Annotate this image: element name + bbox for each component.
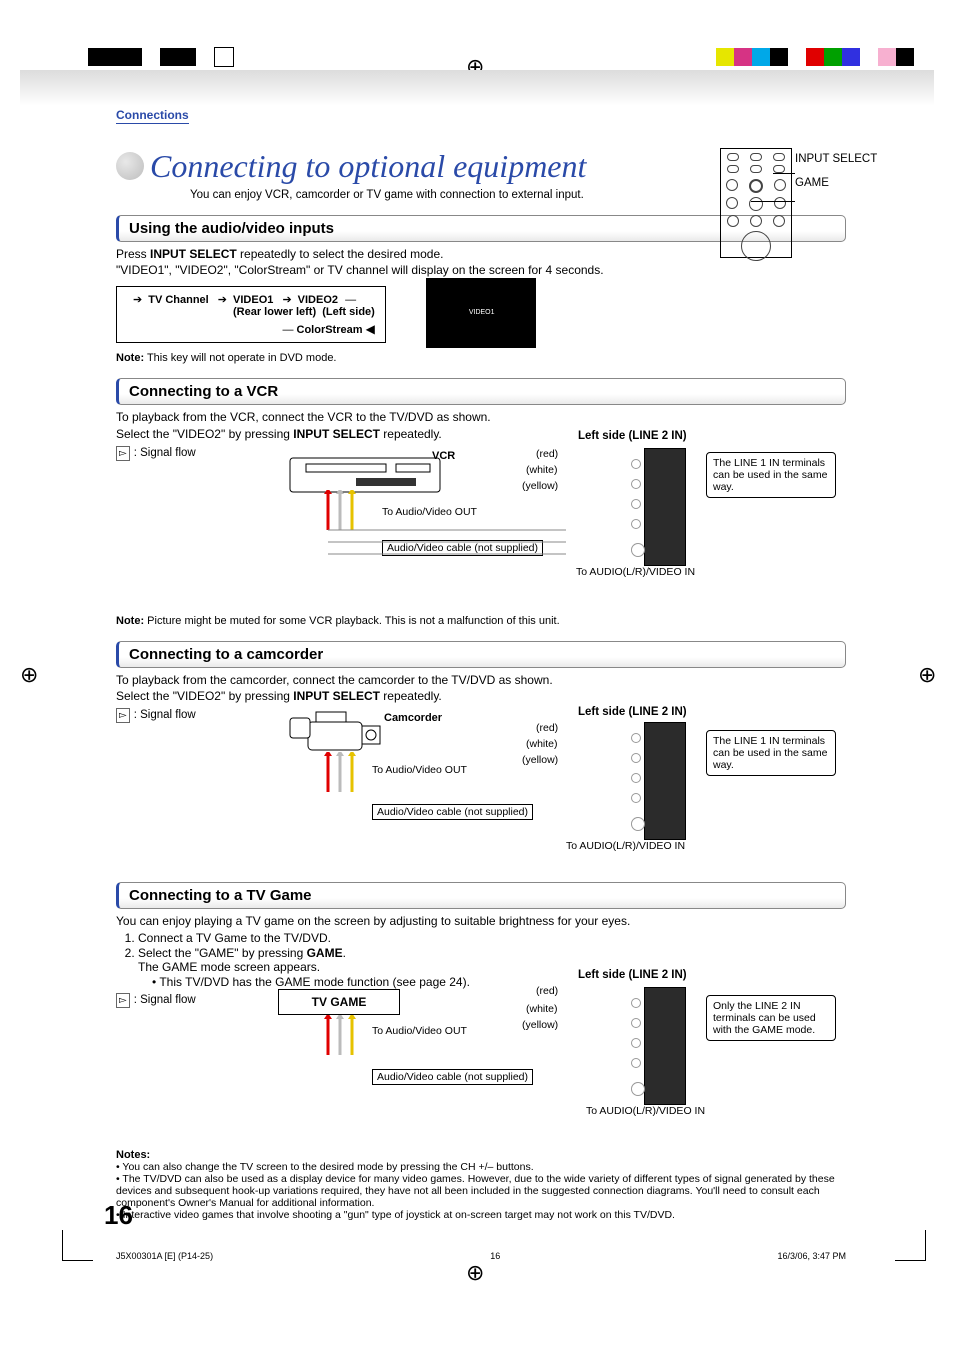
title-bullet-icon — [116, 152, 144, 180]
section-heading-game: Connecting to a TV Game — [116, 882, 846, 909]
page: ⊕ ⊕ ⊕ ⊕ Connections Connecting to option… — [0, 0, 954, 1351]
cable-arrows-icon — [316, 490, 576, 560]
cam-hint: The LINE 1 IN terminals can be used in t… — [706, 730, 836, 776]
cam-device-label: Camcorder — [384, 712, 442, 724]
page-title: Connecting to optional equipment — [150, 148, 586, 185]
arrow-icon: ▻ — [116, 708, 130, 723]
cam-body: To playback from the camcorder, connect … — [116, 672, 846, 704]
section-heading-vcr: Connecting to a VCR — [116, 378, 846, 405]
color-white: (white) — [526, 738, 558, 750]
footer-date: 16/3/06, 3:47 PM — [777, 1251, 846, 1261]
color-red: (red) — [536, 448, 558, 460]
color-red: (red) — [536, 722, 558, 734]
tv-side-panel-icon — [644, 722, 686, 840]
registration-mark-icon: ⊕ — [918, 664, 936, 686]
section-heading-camcorder: Connecting to a camcorder — [116, 641, 846, 668]
av-note: Note: This key will not operate in DVD m… — [116, 352, 846, 364]
content: Connections Connecting to optional equip… — [116, 106, 846, 1221]
remote-illustration: INPUT SELECT GAME — [720, 148, 792, 258]
game-steps: Connect a TV Game to the TV/DVD. Select … — [138, 931, 846, 989]
footer-page: 16 — [490, 1251, 500, 1261]
registration-mark-icon: ⊕ — [20, 664, 38, 686]
game-left-side-label: Left side (LINE 2 IN) — [578, 969, 687, 981]
remote-labels: INPUT SELECT GAME — [795, 153, 911, 201]
screen-sample: VIDEO1 — [426, 278, 536, 348]
game-to-av-in: To AUDIO(L/R)/VIDEO IN — [586, 1105, 705, 1117]
page-subtitle: You can enjoy VCR, camcorder or TV game … — [190, 189, 586, 201]
vcr-diagram: ▻: Signal flow VCR To Audio/Video OUT Au… — [116, 446, 846, 611]
footer: J5X00301A [E] (P14-25) 16 16/3/06, 3:47 … — [116, 1251, 846, 1261]
color-white: (white) — [526, 464, 558, 476]
camcorder-diagram: ▻: Signal flow Camcorder To Audio/Video … — [116, 708, 846, 868]
mode-cycle-diagram: ➔TV Channel ➔VIDEO1 ➔VIDEO2 — (Rear lowe… — [116, 286, 386, 343]
page-number: 16 — [104, 1200, 133, 1231]
vcr-note: Note: Picture might be muted for some VC… — [116, 615, 846, 627]
camcorder-device-icon — [286, 708, 396, 758]
color-yellow: (yellow) — [522, 480, 558, 492]
section-label: Connections — [116, 108, 189, 124]
to-av-in-label: To AUDIO(L/R)/VIDEO IN — [576, 566, 695, 578]
vcr-device-label: VCR — [432, 450, 455, 462]
left-side-label: Left side (LINE 2 IN) — [578, 430, 687, 442]
arrow-icon: ▻ — [116, 993, 130, 1008]
tv-side-panel-icon — [644, 448, 686, 566]
crop-mark-icon — [895, 1230, 926, 1261]
vcr-body: To playback from the VCR, connect the VC… — [116, 409, 846, 441]
arrow-icon: ▻ — [116, 446, 130, 461]
color-yellow: (yellow) — [522, 1019, 558, 1031]
game-label: GAME — [795, 177, 911, 189]
vcr-hint: The LINE 1 IN terminals can be used in t… — [706, 452, 836, 498]
registration-mark-icon: ⊕ — [466, 1262, 484, 1284]
header-gradient — [20, 70, 934, 106]
footer-doc: J5X00301A [E] (P14-25) — [116, 1251, 213, 1261]
color-white: (white) — [526, 1003, 558, 1015]
bottom-notes: Notes: • You can also change the TV scre… — [116, 1149, 846, 1221]
color-red: (red) — [536, 985, 558, 997]
game-diagram: ▻: Signal flow TV GAME To Audio/Video OU… — [116, 993, 846, 1143]
tvgame-device-icon: TV GAME — [278, 989, 400, 1015]
color-yellow: (yellow) — [522, 754, 558, 766]
game-hint: Only the LINE 2 IN terminals can be used… — [706, 995, 836, 1041]
cam-to-av-in: To AUDIO(L/R)/VIDEO IN — [566, 840, 685, 852]
game-intro: You can enjoy playing a TV game on the s… — [116, 913, 846, 929]
tv-side-panel-icon — [644, 987, 686, 1105]
input-select-label: INPUT SELECT — [795, 153, 911, 165]
cam-left-side-label: Left side (LINE 2 IN) — [578, 706, 687, 718]
crop-mark-icon — [62, 1230, 93, 1261]
